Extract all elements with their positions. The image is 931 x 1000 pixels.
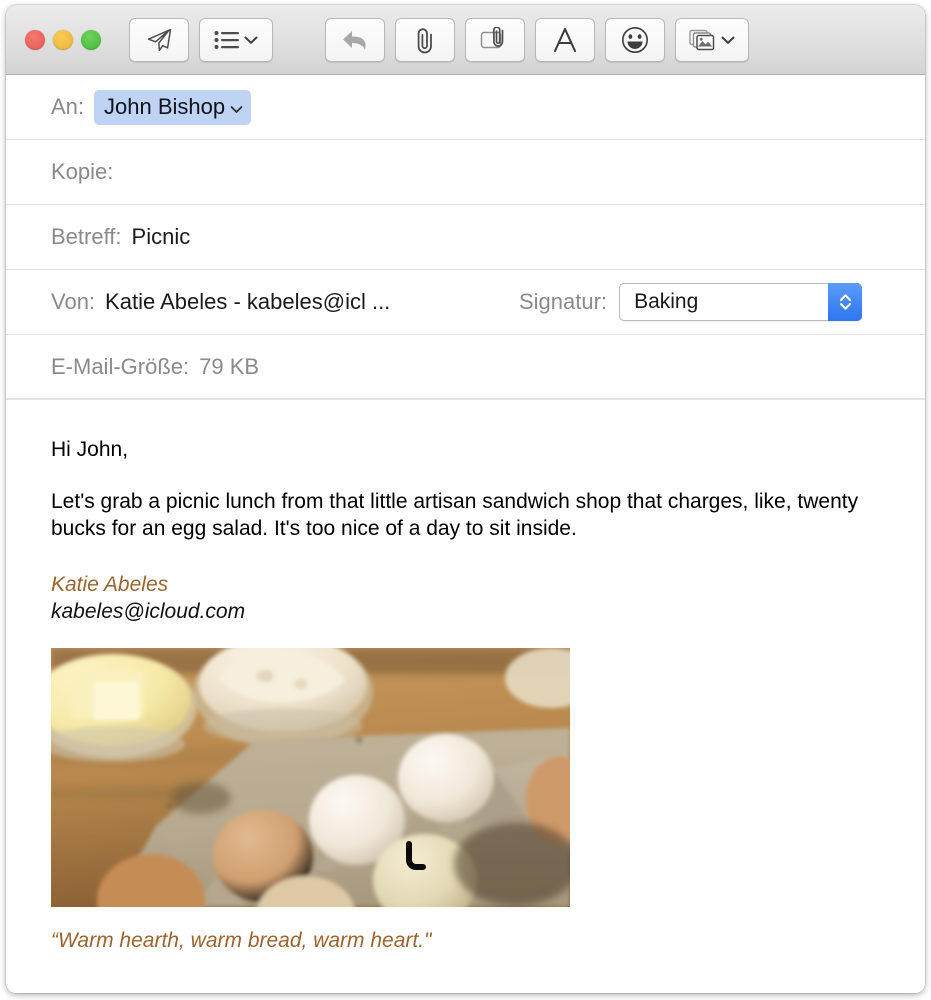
to-field-label: An: [51,94,85,119]
message-size-label: E-Mail-Größe: [51,353,190,379]
traffic-light-controls [25,29,101,50]
signature-popup-button[interactable]: Baking [619,283,863,321]
list-icon [214,30,240,50]
signature-name: Katie Abeles [51,573,169,597]
signature-quote: “Warm hearth, warm bread, warm heart." [51,928,432,952]
markup-attachment-icon [480,26,510,53]
markup-button[interactable] [465,17,525,62]
toolbar-group-send [129,17,273,62]
send-button[interactable] [129,17,189,62]
compose-header-fields: An: John Bishop Kopie: Betreff: Picnic V… [6,75,925,400]
format-button[interactable] [535,17,595,62]
attached-photo[interactable] [51,647,570,907]
recipient-token-john-bishop[interactable]: John Bishop [94,89,252,125]
attach-button[interactable] [395,17,455,62]
emoji-button[interactable] [605,17,665,62]
mail-compose-window: An: John Bishop Kopie: Betreff: Picnic V… [6,5,925,993]
signature-email: kabeles@icloud.com [51,600,246,624]
signature-selected-value: Baking [634,290,699,313]
minimize-window-button[interactable] [53,29,73,50]
window-toolbar [6,5,925,75]
message-size-value: 79 KB [199,353,260,379]
letter-a-icon [553,26,577,54]
popup-stepper-arrows-icon[interactable] [828,283,863,321]
message-greeting: Hi John, [51,438,129,461]
to-field-row[interactable]: An: John Bishop [6,75,925,140]
from-field-value[interactable]: Katie Abeles - kabeles@icl ... [105,289,390,315]
from-field-row[interactable]: Von: Katie Abeles - kabeles@icl ... Sign… [6,270,925,335]
cc-field-label: Kopie: [51,159,114,184]
message-body[interactable]: Hi John, Let's grab a picnic lunch from … [6,400,925,993]
photos-icon [689,28,717,52]
reply-button[interactable] [325,17,385,62]
chevron-down-icon [244,35,258,45]
chevron-down-icon [230,94,243,120]
chevron-down-icon [721,35,735,45]
signature-selector: Signatur: Baking [519,270,863,334]
toolbar-group-actions [325,17,749,62]
paperclip-icon [413,26,437,54]
cc-field-row[interactable]: Kopie: [6,140,925,205]
subject-field-value: Picnic [131,224,191,249]
reply-arrow-icon [340,27,370,53]
subject-field-row[interactable]: Betreff: Picnic [6,205,925,270]
paper-plane-icon [145,27,173,53]
recipient-token-label: John Bishop [104,93,226,119]
subject-field-label: Betreff: [51,224,122,249]
baking-ingredients-photo [51,647,570,907]
message-paragraph: Let's grab a picnic lunch from that litt… [51,489,859,541]
message-size-row: E-Mail-Größe: 79 KB [6,335,925,400]
header-fields-button[interactable] [199,17,273,62]
signature-label: Signatur: [519,289,608,314]
close-window-button[interactable] [25,29,45,50]
photo-browser-button[interactable] [675,17,749,62]
from-field-label: Von: [51,289,96,314]
smiley-face-icon [621,26,649,54]
zoom-window-button[interactable] [81,29,101,50]
